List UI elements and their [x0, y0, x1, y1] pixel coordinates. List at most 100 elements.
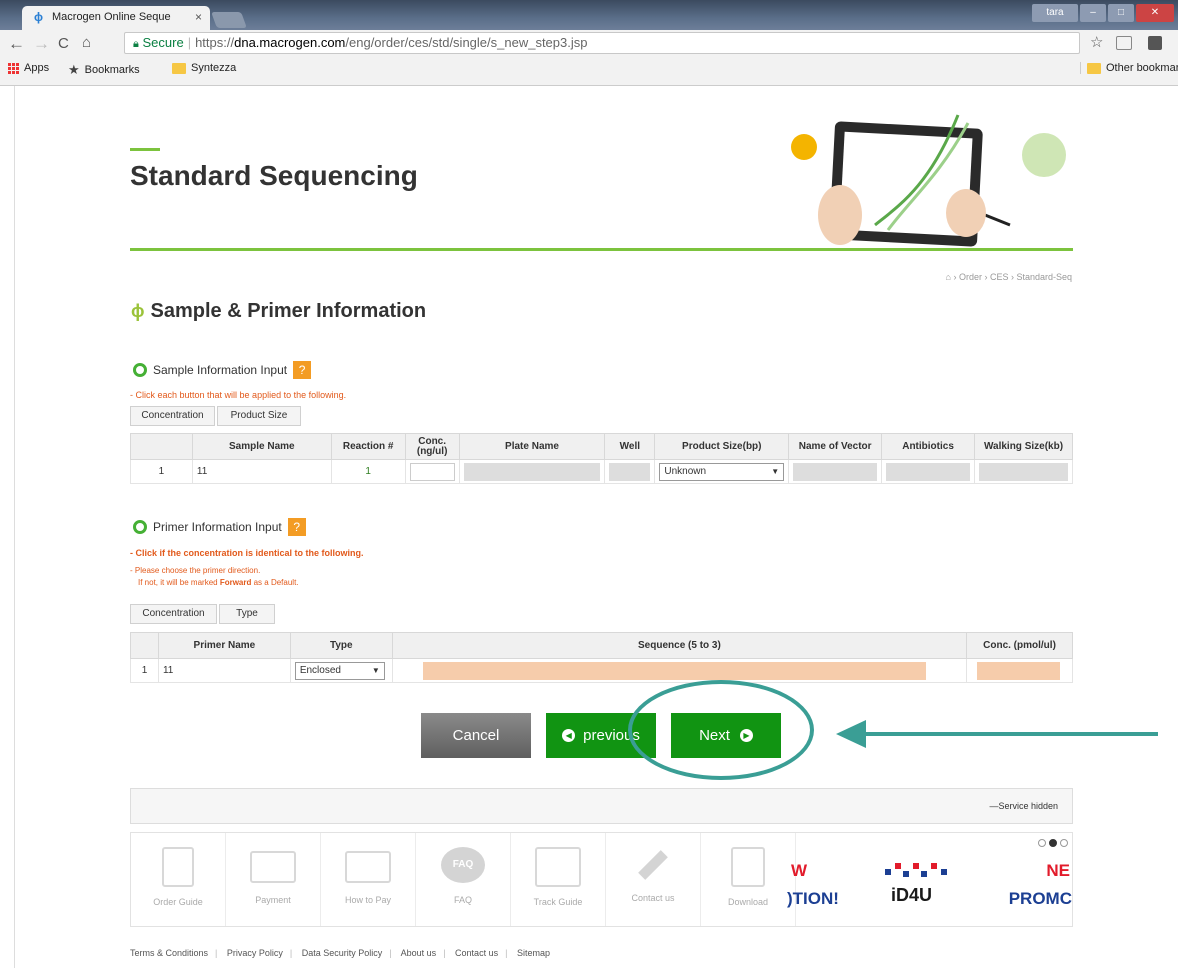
- url-scheme: https://: [195, 35, 235, 50]
- footer-link[interactable]: Terms & Conditions: [130, 948, 208, 958]
- primer-note: - Click if the concentration is identica…: [130, 548, 364, 558]
- vector-cell: [788, 459, 883, 484]
- hero-hand: [946, 189, 986, 237]
- type-button[interactable]: Type: [219, 604, 275, 624]
- id4u-logo-pixel: [895, 863, 901, 869]
- sample-table: Sample Name Reaction # Conc. (ng/ul) Pla…: [130, 433, 1073, 484]
- ring-bullet-icon: [133, 520, 147, 534]
- chevron-left-icon: ◀: [562, 729, 576, 742]
- title-accent-bar: [130, 148, 160, 151]
- primer-table: Primer Name Type Sequence (5 to 3) Conc.…: [130, 632, 1073, 683]
- bookmark-label: Other bookmar: [1106, 62, 1178, 74]
- new-tab-button[interactable]: [211, 12, 247, 28]
- walking-size-cell: [974, 459, 1073, 484]
- footer-link[interactable]: Data Security Policy: [302, 948, 383, 958]
- carousel-dot[interactable]: [1060, 839, 1068, 847]
- reload-icon[interactable]: C: [58, 35, 69, 52]
- vector-input[interactable]: [793, 462, 878, 481]
- tab-close-icon[interactable]: ×: [195, 10, 202, 24]
- browser-toolbar: ← → C ⌂ 🔒︎ Secure | https://dna.macrogen.c…: [0, 30, 1178, 86]
- column-header: Antibiotics: [881, 433, 976, 460]
- home-icon[interactable]: ⌂: [82, 34, 91, 51]
- quick-contact-us[interactable]: Contact us: [606, 833, 701, 926]
- forward-arrow-icon[interactable]: →: [33, 34, 50, 54]
- footer-link[interactable]: Sitemap: [517, 948, 550, 958]
- card-question-icon: [345, 851, 391, 883]
- maximize-button[interactable]: □: [1108, 4, 1134, 22]
- column-header: Conc. (pmol/ul): [966, 632, 1073, 659]
- antibiotics-cell: [881, 459, 976, 484]
- browser-tab[interactable]: ϕ Macrogen Online Seque ×: [22, 6, 210, 30]
- back-arrow-icon[interactable]: ←: [8, 34, 25, 54]
- concentration-button[interactable]: Concentration: [130, 406, 215, 426]
- column-header: Conc. (ng/ul): [404, 433, 460, 460]
- folder-icon: [1087, 62, 1101, 74]
- walking-size-input[interactable]: [979, 462, 1068, 481]
- quick-track-guide[interactable]: Track Guide: [511, 833, 606, 926]
- carousel-dots: [1038, 839, 1068, 847]
- extension-icon[interactable]: [1148, 36, 1162, 50]
- column-header: [130, 433, 193, 460]
- plate-name-input[interactable]: [463, 462, 601, 481]
- footer-link[interactable]: Privacy Policy: [227, 948, 283, 958]
- promo-text: )TION!: [787, 889, 839, 908]
- product-size-select[interactable]: Unknown: [659, 462, 785, 481]
- sequence-input[interactable]: [422, 661, 927, 680]
- close-window-button[interactable]: ✕: [1136, 4, 1174, 22]
- sample-name-cell: 11: [191, 459, 332, 484]
- sample-info-title: Sample Information Input: [153, 363, 288, 377]
- browser-titlebar: ϕ Macrogen Online Seque × tara – □ ✕: [0, 0, 1178, 30]
- column-header: Name of Vector: [788, 433, 883, 460]
- service-hidden-toggle[interactable]: —Service hidden: [989, 801, 1058, 811]
- concentration-button[interactable]: Concentration: [130, 604, 217, 624]
- help-icon[interactable]: ?: [293, 361, 312, 379]
- quick-how-to-pay[interactable]: How to Pay: [321, 833, 416, 926]
- cancel-button[interactable]: Cancel: [421, 713, 531, 758]
- primer-conc-input[interactable]: [977, 661, 1060, 680]
- bookmark-syntezza[interactable]: Syntezza: [172, 62, 236, 74]
- column-header: Product Size(bp): [654, 433, 790, 460]
- conc-input[interactable]: [409, 462, 455, 481]
- quick-label: Download: [727, 897, 769, 907]
- quick-faq[interactable]: FAQ FAQ: [416, 833, 511, 926]
- extension-icon[interactable]: [1116, 36, 1132, 50]
- column-header: Primer Name: [157, 632, 291, 659]
- bookmark-apps[interactable]: Apps: [8, 62, 49, 74]
- antibiotics-input[interactable]: [886, 462, 971, 481]
- quick-order-guide[interactable]: Order Guide: [131, 833, 226, 926]
- bookmark-star-icon[interactable]: ☆: [1090, 33, 1103, 51]
- footer-link[interactable]: Contact us: [455, 948, 498, 958]
- note-text: If not, it will be marked: [138, 578, 220, 587]
- page-border: [14, 86, 15, 968]
- minimize-button[interactable]: –: [1080, 4, 1106, 22]
- secure-label: Secure: [142, 35, 184, 50]
- quick-payment[interactable]: Payment: [226, 833, 321, 926]
- help-icon[interactable]: ?: [287, 518, 306, 536]
- address-bar[interactable]: 🔒︎ Secure | https://dna.macrogen.com/eng/o…: [124, 32, 1080, 54]
- primer-type-select[interactable]: Enclosed: [294, 661, 385, 680]
- quick-label: How to Pay: [344, 895, 392, 905]
- note-text: as a Default.: [251, 578, 299, 587]
- column-header: Well: [604, 433, 656, 460]
- footer-link[interactable]: About us: [401, 948, 437, 958]
- other-bookmarks[interactable]: Other bookmar: [1080, 62, 1178, 74]
- bookmarks-bar: Apps ★ Bookmarks Syntezza Other bookmar: [0, 57, 1178, 83]
- id4u-logo-pixel: [921, 871, 927, 877]
- carousel-dot[interactable]: [1049, 839, 1057, 847]
- profile-button[interactable]: tara: [1032, 4, 1078, 22]
- download-icon: [731, 847, 765, 887]
- quick-download[interactable]: Download: [701, 833, 796, 926]
- section-title: ϕ Sample & Primer Information: [131, 300, 426, 323]
- carousel-dot[interactable]: [1038, 839, 1046, 847]
- column-header: Sequence (5 to 3): [391, 632, 968, 659]
- hero-green-dot: [1022, 133, 1066, 177]
- bookmark-bookmarks[interactable]: ★ Bookmarks: [68, 62, 140, 78]
- product-size-button[interactable]: Product Size: [217, 406, 301, 426]
- tab-title: Macrogen Online Seque: [52, 11, 171, 23]
- well-input[interactable]: [609, 462, 651, 481]
- hero-hand: [818, 185, 862, 245]
- document-icon: [162, 847, 194, 887]
- promo-text: W: [791, 861, 808, 880]
- promo-banner-carousel[interactable]: W )TION! iD4U NE PROMC: [787, 833, 1074, 926]
- lock-icon: 🔒︎: [133, 38, 139, 50]
